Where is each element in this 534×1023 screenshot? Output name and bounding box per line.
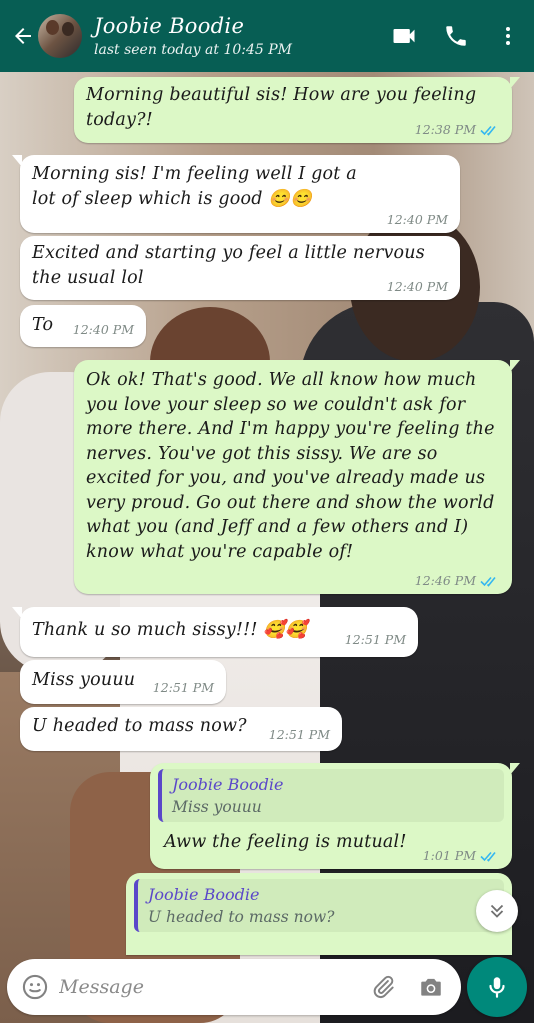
incoming-message[interactable]: U headed to mass now? 12:51 PM xyxy=(20,707,342,751)
message-time: 12:40 PM xyxy=(72,322,134,337)
message-text: Ok ok! That's good. We all know how much… xyxy=(86,370,501,562)
outgoing-message[interactable]: Ok ok! That's good. We all know how much… xyxy=(74,360,520,594)
camera-icon xyxy=(421,978,441,996)
message-time: 1:01 PM xyxy=(422,848,476,863)
double-check-icon xyxy=(480,851,496,862)
arrow-left-icon xyxy=(15,28,31,44)
message-input[interactable] xyxy=(59,976,359,998)
incoming-message[interactable]: Morning sis! I'm feeling well I got a lo… xyxy=(12,155,460,233)
quoted-message[interactable]: Joobie Boodie U headed to mass now? xyxy=(134,879,504,932)
quoted-sender: Joobie Boodie xyxy=(148,885,260,904)
attach-button[interactable] xyxy=(359,959,407,1015)
last-seen-status: last seen today at 10:45 PM xyxy=(94,42,293,58)
double-check-icon xyxy=(480,576,496,587)
message-time: 12:46 PM xyxy=(414,573,476,588)
paperclip-icon xyxy=(373,975,394,998)
quoted-text: U headed to mass now? xyxy=(148,908,335,926)
message-meta: 12:46 PM xyxy=(415,573,500,588)
message-time: 12:51 PM xyxy=(268,727,330,742)
message-time: 12:51 PM xyxy=(344,632,406,647)
message-time: 12:51 PM xyxy=(152,680,214,695)
message-text: Excited and starting yo feel a little ne… xyxy=(32,243,431,288)
camera-button[interactable] xyxy=(407,959,455,1015)
quoted-message[interactable]: Joobie Boodie Miss youuu xyxy=(158,769,504,822)
message-meta: 1:01 PM xyxy=(423,848,500,863)
message-time: 12:40 PM xyxy=(386,279,448,294)
message-meta: 12:51 PM xyxy=(345,632,406,647)
incoming-message[interactable]: Thank u so much sissy!!! 🥰🥰 12:51 PM xyxy=(12,607,418,657)
contact-info[interactable]: Joobie Boodie last seen today at 10:45 P… xyxy=(94,14,378,58)
message-meta: 12:40 PM xyxy=(387,212,448,227)
emoji-icon xyxy=(22,974,48,1000)
message-composer xyxy=(7,959,461,1015)
incoming-message[interactable]: To 12:40 PM xyxy=(20,305,146,347)
chat-header: Joobie Boodie last seen today at 10:45 P… xyxy=(0,0,534,72)
more-vert-icon xyxy=(506,27,510,45)
voice-message-button[interactable] xyxy=(467,957,527,1017)
double-chevron-down-icon xyxy=(490,904,504,918)
message-time: 12:40 PM xyxy=(386,212,448,227)
emoji-button[interactable] xyxy=(11,959,59,1015)
outgoing-message[interactable]: Morning beautiful sis! How are you feeli… xyxy=(74,77,520,143)
message-meta: 12:51 PM xyxy=(269,727,330,742)
double-check-icon xyxy=(480,125,496,136)
quoted-sender: Joobie Boodie xyxy=(172,775,284,794)
scroll-to-bottom-button[interactable] xyxy=(476,890,518,932)
message-text: Morning sis! I'm feeling well I got a lo… xyxy=(32,164,363,209)
video-camera-icon xyxy=(393,29,415,43)
video-call-button[interactable] xyxy=(378,0,430,72)
microphone-icon xyxy=(489,977,505,998)
message-time: 12:38 PM xyxy=(414,122,476,137)
quoted-text: Miss youuu xyxy=(172,798,262,816)
outgoing-reply-message[interactable]: Joobie Boodie U headed to mass now? xyxy=(126,873,512,955)
incoming-message[interactable]: Miss youuu 12:51 PM xyxy=(20,660,226,704)
message-meta: 12:40 PM xyxy=(73,322,134,337)
voice-call-button[interactable] xyxy=(430,0,482,72)
more-options-button[interactable] xyxy=(482,0,534,72)
message-meta: 12:51 PM xyxy=(153,680,214,695)
avatar[interactable] xyxy=(38,14,82,58)
back-button[interactable] xyxy=(8,16,38,56)
contact-name: Joobie Boodie xyxy=(94,14,245,38)
outgoing-reply-message[interactable]: Joobie Boodie Miss youuu Aww the feeling… xyxy=(150,763,520,869)
phone-icon xyxy=(446,26,466,46)
message-meta: 12:38 PM xyxy=(415,122,500,137)
incoming-message[interactable]: Excited and starting yo feel a little ne… xyxy=(20,236,460,300)
message-meta: 12:40 PM xyxy=(387,279,448,294)
